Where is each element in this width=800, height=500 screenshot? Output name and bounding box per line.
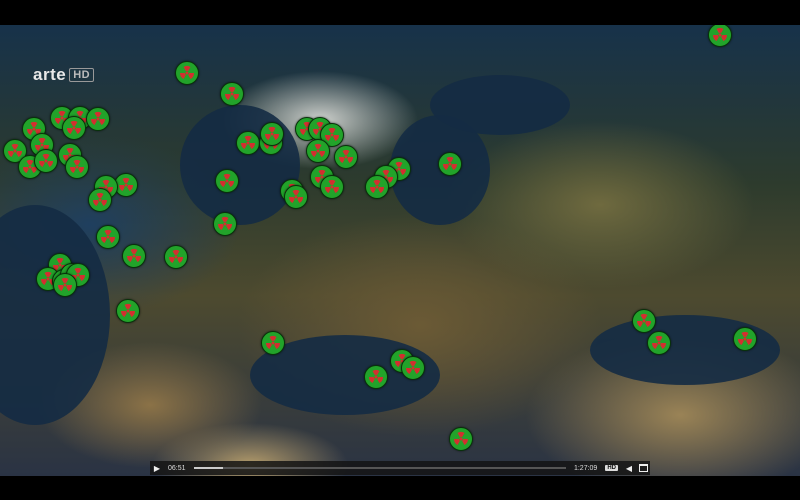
radiation-trefoil-icon xyxy=(225,87,239,101)
radiation-trefoil-icon xyxy=(91,112,105,126)
radiation-trefoil-icon xyxy=(218,217,232,231)
volume-button[interactable]: ◀ xyxy=(622,461,636,475)
radiation-trefoil-icon xyxy=(652,336,666,350)
radiation-trefoil-icon xyxy=(339,150,353,164)
video-control-bar: ▶ 06:51 1:27:09 HD ◀ xyxy=(150,461,650,475)
nuclear-site-marker xyxy=(88,188,112,212)
nuclear-site-marker xyxy=(34,149,58,173)
nuclear-site-marker xyxy=(86,107,110,131)
nuclear-site-marker xyxy=(708,25,732,47)
nuclear-site-marker xyxy=(632,309,656,333)
play-button[interactable]: ▶ xyxy=(150,461,164,475)
radiation-trefoil-icon xyxy=(39,154,53,168)
radiation-trefoil-icon xyxy=(325,180,339,194)
nuclear-site-marker xyxy=(96,225,120,249)
radiation-trefoil-icon xyxy=(713,28,727,42)
radiation-trefoil-icon xyxy=(70,160,84,174)
radiation-trefoil-icon xyxy=(169,250,183,264)
nuclear-site-marker xyxy=(65,155,89,179)
black-sea xyxy=(590,315,780,385)
nuclear-site-marker xyxy=(53,273,77,297)
radiation-trefoil-icon xyxy=(311,144,325,158)
nuclear-site-marker xyxy=(438,152,462,176)
nuclear-site-marker xyxy=(449,427,473,451)
nuclear-site-marker xyxy=(220,82,244,106)
play-icon: ▶ xyxy=(153,463,161,473)
radiation-trefoil-icon xyxy=(119,178,133,192)
radiation-trefoil-icon xyxy=(369,370,383,384)
video-frame[interactable]: arte HD xyxy=(0,25,800,476)
nuclear-site-marker xyxy=(261,331,285,355)
nuclear-site-marker xyxy=(364,365,388,389)
volume-icon: ◀ xyxy=(625,463,633,473)
radiation-trefoil-icon xyxy=(266,336,280,350)
elapsed-time: 06:51 xyxy=(168,464,186,472)
nuclear-site-marker xyxy=(164,245,188,269)
nuclear-site-marker xyxy=(306,139,330,163)
nuclear-site-marker xyxy=(334,145,358,169)
radiation-trefoil-icon xyxy=(220,174,234,188)
radiation-trefoil-icon xyxy=(67,121,81,135)
radiation-trefoil-icon xyxy=(180,66,194,80)
radiation-trefoil-icon xyxy=(406,361,420,375)
radiation-trefoil-icon xyxy=(738,332,752,346)
nuclear-site-marker xyxy=(122,244,146,268)
radiation-trefoil-icon xyxy=(289,190,303,204)
nuclear-site-marker xyxy=(647,331,671,355)
radiation-trefoil-icon xyxy=(121,304,135,318)
radiation-trefoil-icon xyxy=(127,249,141,263)
progress-bar-fill xyxy=(193,467,223,469)
radiation-trefoil-icon xyxy=(241,136,255,150)
gulf-of-bothnia xyxy=(430,75,570,135)
nuclear-site-marker xyxy=(116,299,140,323)
radiation-trefoil-icon xyxy=(93,193,107,207)
nuclear-site-marker xyxy=(62,116,86,140)
channel-name: arte xyxy=(33,65,67,84)
radiation-trefoil-icon xyxy=(370,180,384,194)
arte-logo: arte HD xyxy=(33,65,95,85)
nuclear-site-marker xyxy=(284,185,308,209)
radiation-trefoil-icon xyxy=(58,278,72,292)
total-duration: 1:27:09 xyxy=(573,464,598,472)
channel-hd-badge: HD xyxy=(69,68,95,82)
nuclear-site-marker xyxy=(320,175,344,199)
hd-toggle-button[interactable]: HD xyxy=(605,465,618,471)
radiation-trefoil-icon xyxy=(637,314,651,328)
radiation-trefoil-icon xyxy=(101,230,115,244)
nuclear-site-marker xyxy=(260,122,284,146)
nuclear-site-marker xyxy=(215,169,239,193)
radiation-trefoil-icon xyxy=(454,432,468,446)
progress-bar[interactable] xyxy=(193,467,566,469)
nuclear-site-marker xyxy=(236,131,260,155)
nuclear-site-marker xyxy=(401,356,425,380)
radiation-trefoil-icon xyxy=(443,157,457,171)
nuclear-site-marker xyxy=(733,327,757,351)
nuclear-site-marker xyxy=(365,175,389,199)
atlantic-ocean xyxy=(0,205,110,425)
nuclear-site-marker xyxy=(213,212,237,236)
window-mode-button[interactable] xyxy=(636,461,650,475)
nuclear-site-marker xyxy=(175,61,199,85)
radiation-trefoil-icon xyxy=(265,127,279,141)
window-icon xyxy=(638,464,648,472)
